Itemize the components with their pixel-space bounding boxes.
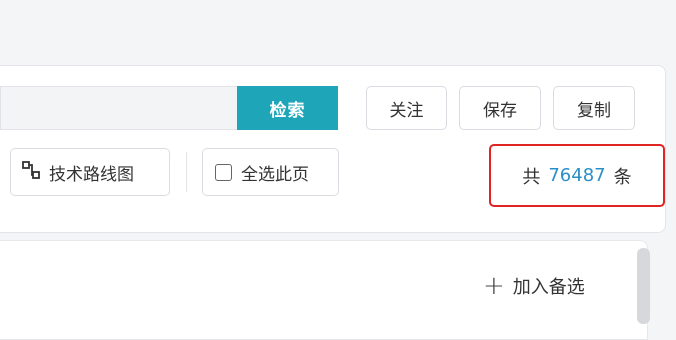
search-input[interactable] xyxy=(0,86,238,130)
select-all-page-button[interactable]: 全选此页 xyxy=(202,148,339,196)
total-prefix: 共 xyxy=(522,166,541,188)
tech-roadmap-label: 技术路线图 xyxy=(49,164,134,185)
toolbar-divider xyxy=(186,152,187,192)
select-all-label: 全选此页 xyxy=(241,164,309,185)
total-suffix: 条 xyxy=(613,166,632,188)
route-icon xyxy=(21,160,41,185)
copy-button[interactable]: 复制 xyxy=(553,86,635,130)
tech-roadmap-button[interactable]: 技术路线图 xyxy=(10,148,170,196)
total-count-value: 76487 xyxy=(548,165,606,186)
plus-icon: + xyxy=(483,271,505,301)
scrollbar-thumb[interactable] xyxy=(637,248,650,324)
add-candidate-button[interactable]: + 加入备选 xyxy=(483,268,585,304)
total-count-badge: 共 76487 条 xyxy=(489,144,665,207)
follow-button[interactable]: 关注 xyxy=(366,86,447,130)
select-all-checkbox[interactable] xyxy=(215,163,232,181)
add-candidate-label: 加入备选 xyxy=(512,277,585,298)
search-button[interactable]: 检索 xyxy=(237,86,338,130)
save-button[interactable]: 保存 xyxy=(459,86,541,130)
